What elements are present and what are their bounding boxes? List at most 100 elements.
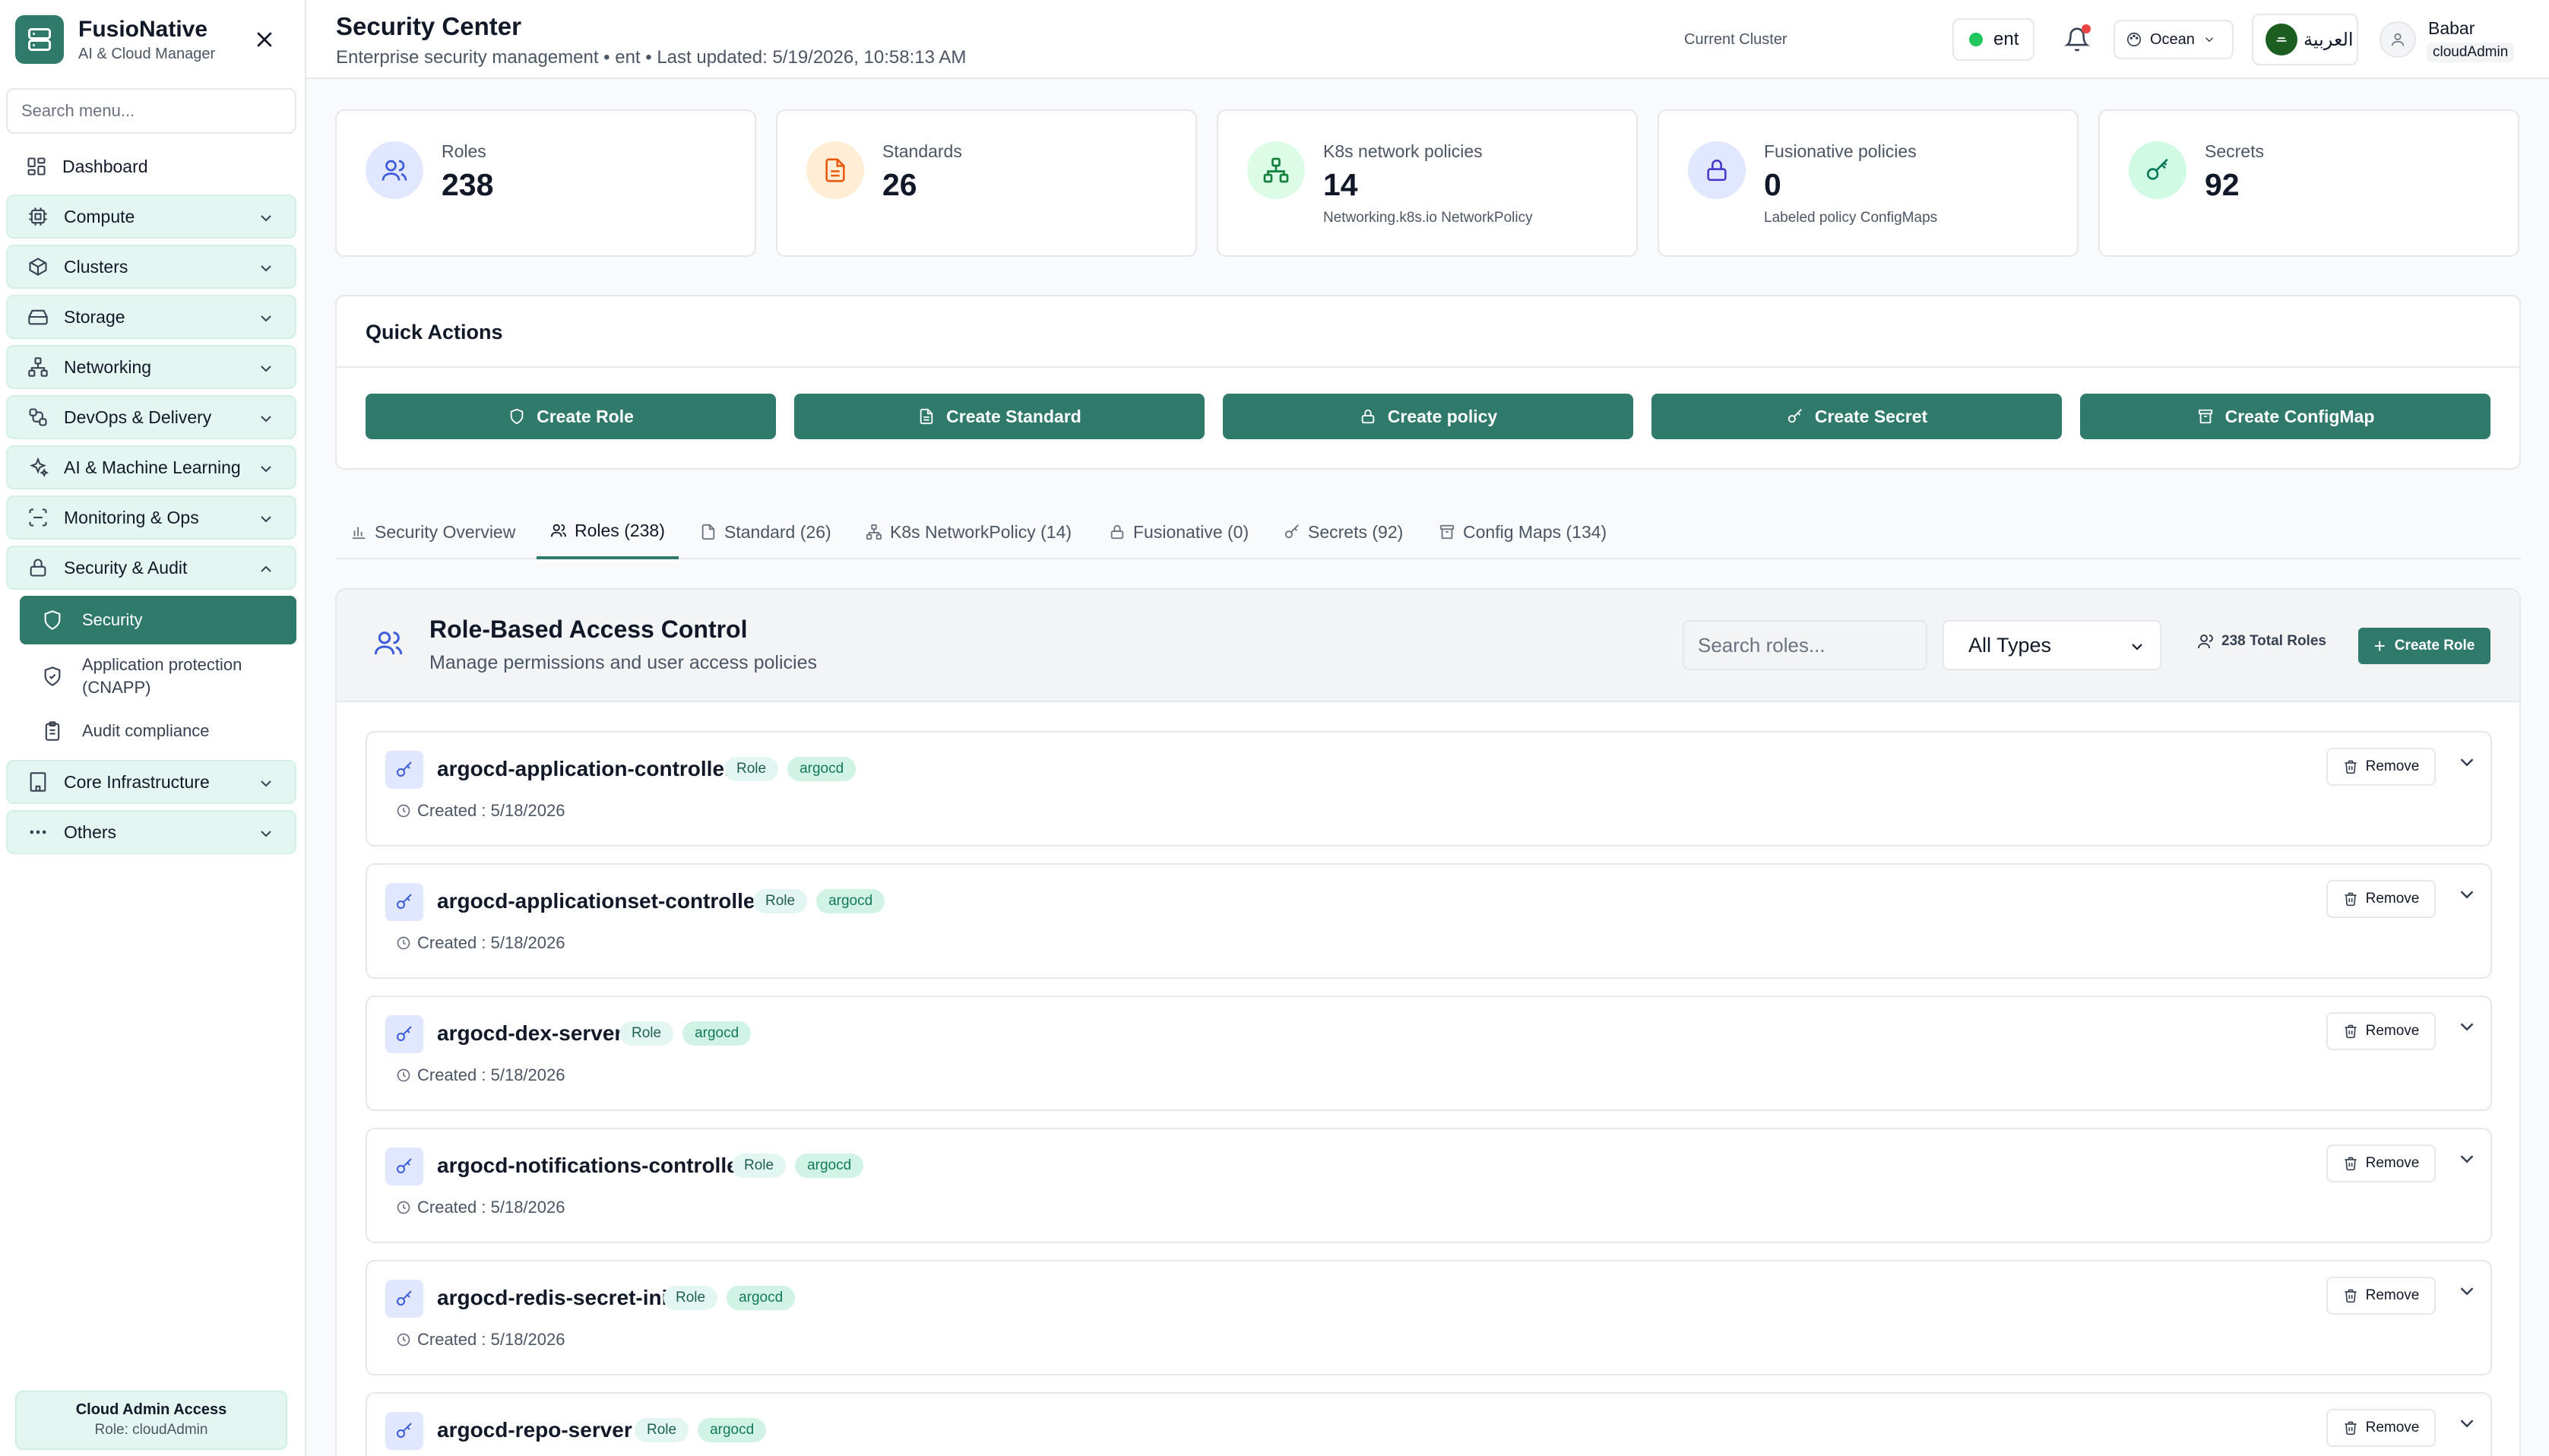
total-roles-count: 238 Total Roles [2197,632,2326,650]
chevron-down-icon[interactable] [2456,1147,2478,1170]
sidebar-item-monitoring[interactable]: Monitoring & Ops [6,495,296,540]
clock-icon [396,935,411,951]
network-icon [26,355,50,379]
sidebar-item-label: Core Infrastructure [64,771,210,792]
role-type-select[interactable]: All Types [1943,620,2161,670]
stat-card-secrets: Secrets 92 [2098,109,2519,257]
stat-value: 14 [1323,167,1358,202]
remove-role-button[interactable]: Remove [2326,1144,2436,1182]
sidebar-item-security-audit[interactable]: Security & Audit [6,546,296,590]
trash-icon [2343,1024,2358,1039]
role-item[interactable]: argocd-repo-serverRoleargocdCreated : 5/… [366,1392,2492,1456]
chevron-down-icon[interactable] [2456,1280,2478,1302]
create-policy-button[interactable]: Create policy [1223,394,1633,439]
theme-selector[interactable]: Ocean [2114,20,2234,59]
user-menu[interactable]: Babar cloudAdmin [2380,11,2538,68]
cluster-selector[interactable]: ent [1952,18,2034,61]
role-created: Created : 5/18/2026 [396,1065,565,1085]
sidebar-item-storage[interactable]: Storage [6,295,296,339]
role-kind-badge: Role [753,889,808,913]
remove-role-button[interactable]: Remove [2326,880,2436,918]
trash-icon [2343,891,2358,907]
tab-secrets[interactable]: Secrets (92) [1284,505,1403,559]
brand-name: FusioNative [78,17,208,42]
role-kind-badge: Role [724,757,779,781]
sidebar-item-dashboard[interactable]: Dashboard [6,144,296,188]
chevron-down-icon[interactable] [2456,751,2478,774]
role-item[interactable]: argocd-dex-server Role argocd Created : 5/1… [366,995,2492,1111]
quick-actions-title: Quick Actions [366,321,503,343]
role-item[interactable]: argocd-notifications-controller Role argoc… [366,1128,2492,1243]
role-item[interactable]: argocd-redis-secret-init Role argocd Create… [366,1260,2492,1375]
role-badges: Role argocd [635,1418,775,1442]
role-kind-badge: Role [732,1154,787,1178]
chevron-down-icon[interactable] [2456,1015,2478,1038]
sidebar-item-others[interactable]: Others [6,810,296,854]
remove-role-button[interactable]: Remove [2326,1277,2436,1315]
role-item[interactable]: argocd-application-controller Role argocd C… [366,731,2492,847]
sidebar-item-ai-ml[interactable]: AI & Machine Learning [6,445,296,489]
tab-roles[interactable]: Roles (238) [537,505,679,559]
sidebar-item-label: Clusters [64,256,128,277]
role-created: Created : 5/18/2026 [396,801,565,821]
chevron-down-icon[interactable] [2456,1412,2478,1435]
button-label: Remove [2365,1287,2420,1303]
sidebar-item-core-infrastructure[interactable]: Core Infrastructure [6,760,296,804]
sparkles-icon [26,455,50,480]
sidebar-nav: Dashboard Compute Clusters Storage Netwo… [6,144,296,860]
page-title: Security Center [336,12,521,40]
avatar [2380,21,2416,58]
hard-drive-icon [26,305,50,329]
sidebar-subitem-cnapp[interactable]: Application protection (CNAPP) [20,644,296,708]
create-role-button[interactable]: + Create Role [2358,628,2490,664]
language-selector[interactable]: العربية [2252,14,2358,65]
sidebar-item-devops[interactable]: DevOps & Delivery [6,395,296,439]
total-roles-label: 238 Total Roles [2221,633,2326,649]
remove-role-button[interactable]: Remove [2326,1409,2436,1447]
chevron-down-icon [257,359,275,378]
role-search-input[interactable] [1683,620,1927,670]
clipboard-icon [41,720,64,742]
chevron-down-icon [257,259,275,277]
sidebar-subitem-audit[interactable]: Audit compliance [20,708,296,754]
stat-label: K8s network policies [1323,141,1483,161]
chevron-down-icon [2202,33,2216,46]
tab-standard[interactable]: Standard (26) [700,505,831,559]
tab-config-maps[interactable]: Config Maps (134) [1439,505,1607,559]
stat-value: 92 [2205,167,2240,202]
chevron-down-icon[interactable] [2456,883,2478,906]
tab-k8s-networkpolicy[interactable]: K8s NetworkPolicy (14) [866,505,1072,559]
sidebar-subitem-security[interactable]: Security [20,596,296,644]
shield-icon [508,407,526,426]
notifications-button[interactable] [2060,23,2094,56]
stat-note: Labeled policy ConfigMaps [1764,210,1938,226]
role-name: argocd-application-controller [437,757,733,780]
quick-actions-panel: Quick Actions Create Role Create Standar… [335,295,2521,470]
role-name: argocd-applicationset-controller [437,889,764,913]
role-item[interactable]: argocd-applicationset-controller Role argo… [366,863,2492,979]
tab-label: Secrets (92) [1308,521,1404,542]
remove-role-button[interactable]: Remove [2326,748,2436,786]
tab-security-overview[interactable]: Security Overview [350,505,515,559]
create-configmap-button[interactable]: Create ConfigMap [2080,394,2490,439]
stat-note: Networking.k8s.io NetworkPolicy [1323,210,1533,226]
close-icon[interactable] [252,27,277,52]
role-created-text: Created : 5/18/2026 [417,1198,565,1217]
sidebar-item-label: AI & Machine Learning [64,457,241,477]
plus-icon: + [2373,635,2386,657]
sidebar-search-input[interactable] [6,88,296,134]
file-text-icon [917,407,936,426]
role-created: Created : 5/18/2026 [396,933,565,953]
tab-label: Standard (26) [724,521,831,542]
box-icon [26,255,50,279]
sidebar-item-clusters[interactable]: Clusters [6,245,296,289]
role-name: argocd-dex-server [437,1021,623,1045]
create-standard-button[interactable]: Create Standard [794,394,1205,439]
sidebar-item-networking[interactable]: Networking [6,345,296,389]
create-role-button[interactable]: Create Role [366,394,776,439]
create-secret-button[interactable]: Create Secret [1651,394,2062,439]
tab-fusionative[interactable]: Fusionative (0) [1109,505,1249,559]
remove-role-button[interactable]: Remove [2326,1012,2436,1050]
sidebar-item-compute[interactable]: Compute [6,195,296,239]
network-icon [1247,141,1305,199]
